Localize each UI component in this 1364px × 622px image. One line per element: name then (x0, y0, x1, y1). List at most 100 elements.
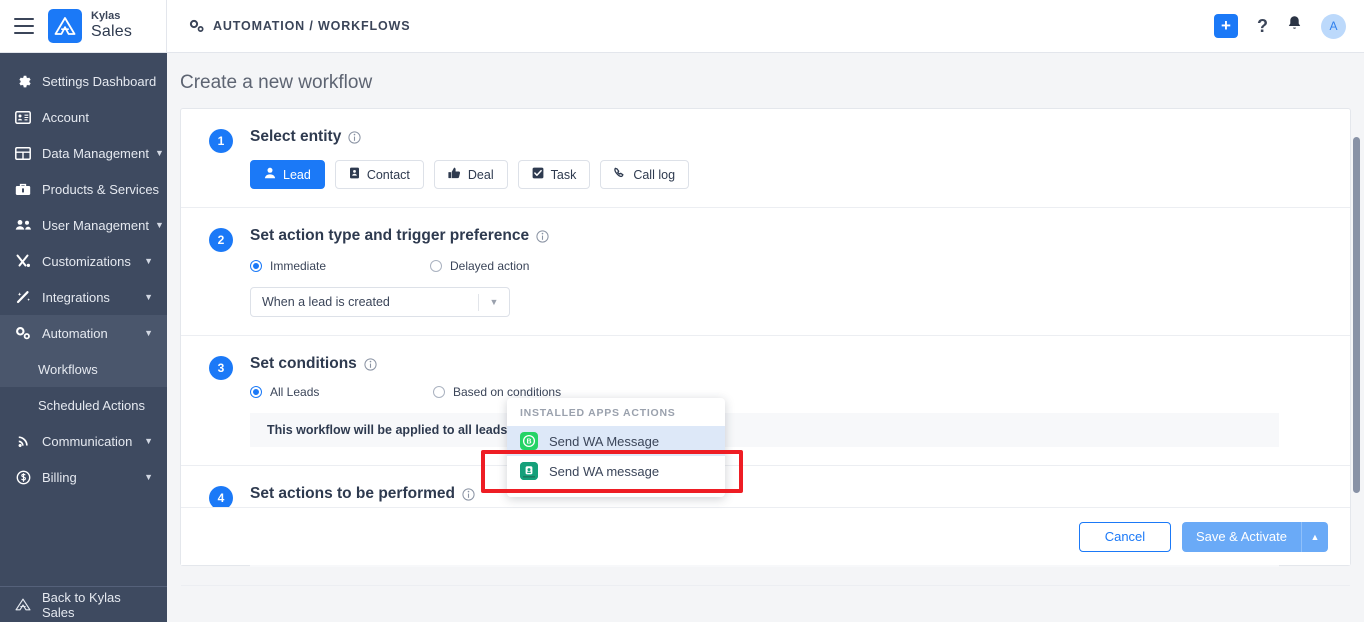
avatar[interactable]: A (1321, 14, 1346, 39)
contact-card-icon (349, 167, 360, 182)
main-content: Create a new workflow 1 Select entity (167, 53, 1364, 622)
back-to-kylas-sales-link[interactable]: Back to Kylas Sales (0, 586, 167, 622)
workflow-card: 1 Select entity Lead (180, 108, 1351, 566)
step-title: Set conditions (250, 355, 357, 373)
radio-all-leads[interactable]: All Leads (250, 385, 433, 399)
cancel-button[interactable]: Cancel (1079, 522, 1171, 552)
dollar-circle-icon (14, 469, 32, 485)
sidebar-item-customizations[interactable]: Customizations ▼ (0, 243, 167, 279)
notifications-bell-icon[interactable] (1287, 15, 1302, 37)
conditions-banner: This workflow will be applied to all lea… (250, 413, 1279, 447)
sidebar: Settings Dashboard Account Data Manageme… (0, 53, 167, 622)
dropdown-option-label: Send WA message (549, 464, 659, 479)
radio-indicator (250, 386, 262, 398)
sidebar-nav: Settings Dashboard Account Data Manageme… (0, 53, 167, 495)
radio-indicator (433, 386, 445, 398)
sidebar-subitem-workflows[interactable]: Workflows (0, 351, 167, 387)
help-icon[interactable]: ? (1257, 16, 1268, 37)
person-icon (264, 167, 276, 182)
step-body: Select entity Lead (250, 128, 1350, 207)
teal-app-icon (520, 462, 538, 480)
vertical-scrollbar[interactable] (1353, 137, 1360, 493)
sidebar-item-automation[interactable]: Automation ▼ (0, 315, 167, 351)
sidebar-item-label: Settings Dashboard (42, 74, 156, 89)
step-title: Set actions to be performed (250, 485, 455, 503)
entity-button-label: Contact (367, 168, 410, 182)
entity-button-label: Lead (283, 168, 311, 182)
chevron-down-icon: ▼ (144, 292, 153, 302)
entity-button-lead[interactable]: Lead (250, 160, 325, 189)
add-new-button[interactable]: + (1214, 14, 1238, 38)
installed-apps-actions-dropdown: INSTALLED APPS ACTIONS B Send WA Message… (507, 398, 725, 497)
save-activate-button[interactable]: Save & Activate (1182, 522, 1302, 552)
entity-button-label: Deal (468, 168, 494, 182)
card-footer: Cancel Save & Activate ▲ (181, 507, 1350, 565)
radio-indicator (250, 260, 262, 272)
entity-buttons: Lead Contact Deal (250, 160, 1350, 189)
tools-icon (14, 253, 32, 269)
save-options-caret-icon[interactable]: ▲ (1302, 522, 1328, 552)
gear-icon (14, 73, 32, 89)
entity-button-deal[interactable]: Deal (434, 160, 508, 189)
sidebar-subitem-scheduled-actions[interactable]: Scheduled Actions (0, 387, 167, 423)
checkbox-icon (532, 167, 544, 182)
chevron-down-icon: ▼ (479, 297, 509, 307)
chevron-down-icon: ▼ (144, 328, 153, 338)
sidebar-item-label: User Management (42, 218, 149, 233)
dropdown-group-header: INSTALLED APPS ACTIONS (507, 398, 725, 426)
step-header: Select entity (250, 128, 1350, 146)
account-card-icon (14, 109, 32, 125)
entity-button-label: Task (551, 168, 577, 182)
info-icon[interactable] (462, 488, 475, 501)
brand-text: Kylas Sales (91, 10, 132, 41)
sidebar-item-billing[interactable]: Billing ▼ (0, 459, 167, 495)
radio-delayed-action[interactable]: Delayed action (430, 259, 529, 273)
radio-immediate[interactable]: Immediate (250, 259, 430, 273)
step-header: Set actions to be performed (250, 485, 1350, 503)
sidebar-subitem-label: Scheduled Actions (38, 398, 145, 413)
radio-based-on-conditions[interactable]: Based on conditions (433, 385, 561, 399)
entity-button-contact[interactable]: Contact (335, 160, 424, 189)
info-icon[interactable] (536, 230, 549, 243)
trigger-select[interactable]: When a lead is created ▼ (250, 287, 510, 317)
sidebar-item-account[interactable]: Account (0, 99, 167, 135)
step-title: Set action type and trigger preference (250, 227, 529, 245)
entity-button-label: Call log (633, 168, 675, 182)
sidebar-item-user-management[interactable]: User Management ▼ (0, 207, 167, 243)
top-bar-brand-area: Kylas Sales (0, 0, 167, 53)
trigger-type-radio-group: Immediate Delayed action (250, 259, 1350, 273)
sidebar-item-settings-dashboard[interactable]: Settings Dashboard (0, 63, 167, 99)
chevron-down-icon: ▼ (144, 436, 153, 446)
info-icon[interactable] (348, 131, 361, 144)
step-action-type-trigger: 2 Set action type and trigger preference… (181, 208, 1350, 336)
step-body: Set conditions All Leads Based on condit (250, 355, 1350, 465)
broadcast-icon (14, 433, 32, 449)
sidebar-item-label: Account (42, 110, 153, 125)
dropdown-option-send-wa-message-2[interactable]: Send WA message (507, 456, 725, 486)
breadcrumb: AUTOMATION / WORKFLOWS (189, 19, 410, 33)
entity-button-task[interactable]: Task (518, 160, 591, 189)
sidebar-item-communication[interactable]: Communication ▼ (0, 423, 167, 459)
app-root: Kylas Sales AUTOMATION / WORKFLOWS + ? A… (0, 0, 1364, 622)
entity-button-call-log[interactable]: Call log (600, 160, 689, 189)
sidebar-item-integrations[interactable]: Integrations ▼ (0, 279, 167, 315)
sidebar-item-label: Automation (42, 326, 138, 341)
dropdown-option-send-wa-message-1[interactable]: B Send WA Message (507, 426, 725, 456)
kylas-logo-icon (14, 597, 32, 613)
brand-line-1: Kylas (91, 10, 132, 23)
sidebar-item-label: Communication (42, 434, 138, 449)
top-bar: Kylas Sales AUTOMATION / WORKFLOWS + ? A (0, 0, 1364, 53)
info-icon[interactable] (364, 358, 377, 371)
save-activate-group: Save & Activate ▲ (1182, 522, 1328, 552)
page-title: Create a new workflow (167, 53, 1364, 108)
cogs-icon (189, 19, 204, 33)
thumbs-up-icon (448, 167, 461, 182)
conditions-radio-group: All Leads Based on conditions (250, 385, 1350, 399)
hamburger-menu-icon[interactable] (14, 18, 34, 34)
sidebar-item-data-management[interactable]: Data Management ▼ (0, 135, 167, 171)
table-icon (14, 145, 32, 161)
step-header: Set conditions (250, 355, 1350, 373)
sidebar-item-products-services[interactable]: Products & Services (0, 171, 167, 207)
radio-label: Based on conditions (453, 385, 561, 399)
breadcrumb-text: AUTOMATION / WORKFLOWS (213, 19, 410, 33)
